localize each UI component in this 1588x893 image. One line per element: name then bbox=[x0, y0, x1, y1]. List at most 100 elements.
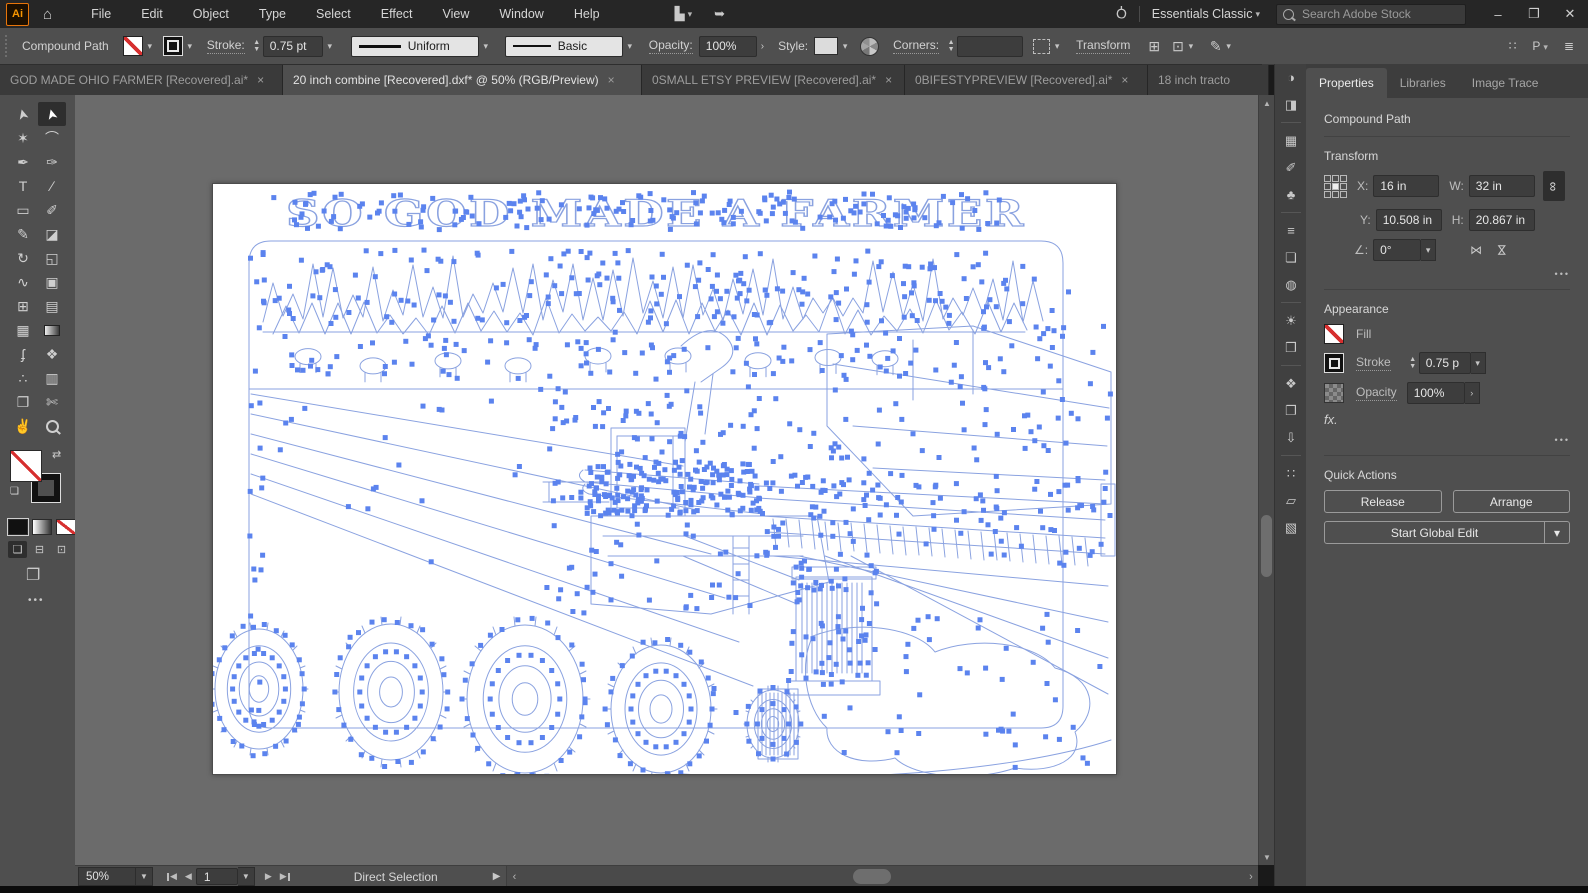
curvature-tool[interactable]: ✑ bbox=[38, 150, 66, 174]
change-screen-mode-icon[interactable]: ❐ bbox=[26, 565, 40, 585]
gradient-icon[interactable]: ◨ bbox=[1275, 91, 1307, 118]
zoom-chevron-icon[interactable]: ▼ bbox=[136, 867, 153, 886]
brush-definition-dropdown[interactable]: Basic bbox=[505, 36, 623, 57]
isolate-selected-object-icon[interactable] bbox=[1033, 39, 1050, 54]
appearance-opacity-swatch[interactable] bbox=[1324, 383, 1344, 403]
color-button[interactable] bbox=[8, 519, 28, 535]
align-icon[interactable]: ∷ bbox=[1275, 460, 1307, 487]
magic-wand-tool[interactable]: ✶ bbox=[9, 126, 37, 150]
x-field[interactable] bbox=[1373, 175, 1439, 197]
type-tool[interactable]: T bbox=[9, 174, 37, 198]
flip-horizontal-icon[interactable]: ⋈ bbox=[1470, 243, 1482, 257]
share-document-icon[interactable]: ➥ bbox=[714, 6, 725, 22]
stroke-chevron-icon[interactable]: ▾ bbox=[183, 36, 197, 56]
canvas-pasteboard[interactable]: SO GOD MADE A FARMER bbox=[75, 95, 1258, 865]
appearance-stroke-chevron-icon[interactable]: ▾ bbox=[1471, 352, 1486, 374]
adobe-stock-search[interactable] bbox=[1276, 4, 1466, 25]
transform-more-icon[interactable]: ••• bbox=[1324, 269, 1570, 279]
select-similar-objects-icon[interactable]: ⊞ bbox=[1148, 38, 1160, 55]
opacity-arrow-icon[interactable]: › bbox=[757, 41, 768, 52]
vertical-scrollbar[interactable]: ▲ ▼ bbox=[1258, 95, 1275, 865]
next-artboard-icon[interactable]: ▶ bbox=[261, 871, 276, 882]
menu-window[interactable]: Window bbox=[484, 0, 558, 28]
document-tab[interactable]: 20 inch combine [Recovered].dxf* @ 50% (… bbox=[283, 65, 642, 95]
workspace-switcher[interactable]: Essentials Classic bbox=[1152, 7, 1253, 21]
paintbrush-tool[interactable]: ✐ bbox=[38, 198, 66, 222]
document-tab[interactable]: 18 inch tracto bbox=[1148, 65, 1269, 95]
corners-label[interactable]: Corners: bbox=[893, 38, 939, 54]
symbols-icon[interactable]: ♣ bbox=[1275, 181, 1307, 208]
select-similar-chevron-icon[interactable]: ▾ bbox=[1184, 36, 1198, 56]
brush-chevron-icon[interactable]: ▾ bbox=[623, 36, 637, 56]
status-bar-menu-icon[interactable]: ▶ bbox=[493, 871, 501, 882]
isolate-chevron-icon[interactable]: ▾ bbox=[1050, 36, 1064, 56]
y-field[interactable] bbox=[1376, 209, 1442, 231]
appearance-stroke-stepper[interactable]: ▲▼ bbox=[1407, 357, 1419, 370]
layers-icon[interactable]: ❖ bbox=[1275, 370, 1307, 397]
h-field[interactable] bbox=[1469, 209, 1535, 231]
arrange-documents-icon[interactable]: ▙ bbox=[675, 6, 685, 22]
menu-edit[interactable]: Edit bbox=[126, 0, 178, 28]
stroke-weight-stepper[interactable]: ▲▼ bbox=[251, 40, 263, 53]
tab-close-icon[interactable]: × bbox=[257, 73, 264, 87]
rectangle-tool[interactable]: ▭ bbox=[9, 198, 37, 222]
search-input[interactable] bbox=[1300, 6, 1444, 22]
gradient-button[interactable] bbox=[32, 519, 52, 535]
transparency-icon[interactable]: ◍ bbox=[1275, 271, 1307, 298]
width-profile-dropdown[interactable]: Uniform bbox=[351, 36, 479, 57]
control-bar-grip[interactable] bbox=[5, 35, 10, 57]
last-artboard-icon[interactable]: ▶ bbox=[276, 871, 294, 882]
selected-anchor-points[interactable] bbox=[213, 190, 1113, 774]
direct-selection-tool[interactable]: ➤ bbox=[38, 102, 66, 126]
width-profile-chevron-icon[interactable]: ▾ bbox=[479, 36, 493, 56]
w-field[interactable] bbox=[1469, 175, 1535, 197]
rotation-chevron-icon[interactable]: ▾ bbox=[1421, 239, 1436, 261]
opacity-value[interactable]: 100% bbox=[699, 36, 757, 57]
draw-normal-icon[interactable]: ❑ bbox=[8, 541, 27, 558]
line-segment-tool[interactable]: ∕ bbox=[38, 174, 66, 198]
blend-tool[interactable]: ❖ bbox=[38, 342, 66, 366]
document-tab[interactable]: 0BIFESTYPREVIEW [Recovered].ai*× bbox=[905, 65, 1148, 95]
stroke-weight-value[interactable]: 0.75 pt bbox=[263, 36, 323, 57]
scroll-left-icon[interactable]: ‹ bbox=[507, 866, 521, 887]
scroll-right-icon[interactable]: › bbox=[1244, 866, 1258, 887]
tab-close-icon[interactable]: × bbox=[608, 73, 615, 87]
close-button[interactable]: ✕ bbox=[1552, 0, 1588, 28]
menu-effect[interactable]: Effect bbox=[366, 0, 428, 28]
tab-properties[interactable]: Properties bbox=[1306, 68, 1387, 98]
fill-chevron-icon[interactable]: ▾ bbox=[143, 36, 157, 56]
flip-vertical-icon[interactable]: ⋈ bbox=[1495, 244, 1509, 256]
default-fill-stroke-icon[interactable]: ❏ bbox=[10, 486, 19, 497]
shape-builder-tool[interactable]: ⊞ bbox=[9, 294, 37, 318]
constrain-proportions-link-icon[interactable]: ∞ bbox=[1543, 171, 1565, 201]
brushes-icon[interactable]: ✐ bbox=[1275, 154, 1307, 181]
restore-button[interactable]: ❐ bbox=[1516, 0, 1552, 28]
hand-tool[interactable]: ✌ bbox=[9, 414, 37, 438]
menu-object[interactable]: Object bbox=[178, 0, 244, 28]
scale-tool[interactable]: ◱ bbox=[38, 246, 66, 270]
menu-help[interactable]: Help bbox=[559, 0, 615, 28]
artboard-number-field[interactable] bbox=[196, 868, 238, 885]
draw-behind-icon[interactable]: ⊟ bbox=[30, 541, 49, 558]
release-button[interactable]: Release bbox=[1324, 490, 1442, 513]
select-similar-cursor-icon[interactable]: ⊡ bbox=[1172, 38, 1184, 55]
artboard[interactable]: SO GOD MADE A FARMER bbox=[212, 183, 1117, 775]
appearance-opacity-arrow-icon[interactable]: › bbox=[1465, 382, 1480, 404]
tab-close-icon[interactable]: × bbox=[1121, 73, 1128, 87]
graphic-styles-icon[interactable]: ❒ bbox=[1275, 334, 1307, 361]
appearance-icon[interactable]: ☀ bbox=[1275, 307, 1307, 334]
style-swatch[interactable] bbox=[814, 37, 838, 55]
workspace-grid-icon[interactable]: ∷ bbox=[1509, 39, 1517, 53]
swap-fill-stroke-icon[interactable]: ⇄ bbox=[52, 448, 61, 461]
minimize-button[interactable]: – bbox=[1480, 0, 1516, 28]
lasso-tool[interactable]: ⌒ bbox=[38, 126, 66, 150]
swatches-icon[interactable]: ▦ bbox=[1275, 127, 1307, 154]
column-graph-tool[interactable]: ▥ bbox=[38, 366, 66, 390]
pen-tool[interactable]: ✒ bbox=[9, 150, 37, 174]
stroke-weight-label[interactable]: Stroke: bbox=[207, 38, 245, 54]
home-icon[interactable]: ⌂ bbox=[43, 6, 52, 23]
start-global-edit-button[interactable]: Start Global Edit bbox=[1324, 521, 1545, 544]
eyedropper-tool[interactable]: ʄ bbox=[9, 342, 37, 366]
transform-label[interactable]: Transform bbox=[1076, 38, 1130, 54]
selection-tool[interactable]: ➤ bbox=[9, 102, 37, 126]
